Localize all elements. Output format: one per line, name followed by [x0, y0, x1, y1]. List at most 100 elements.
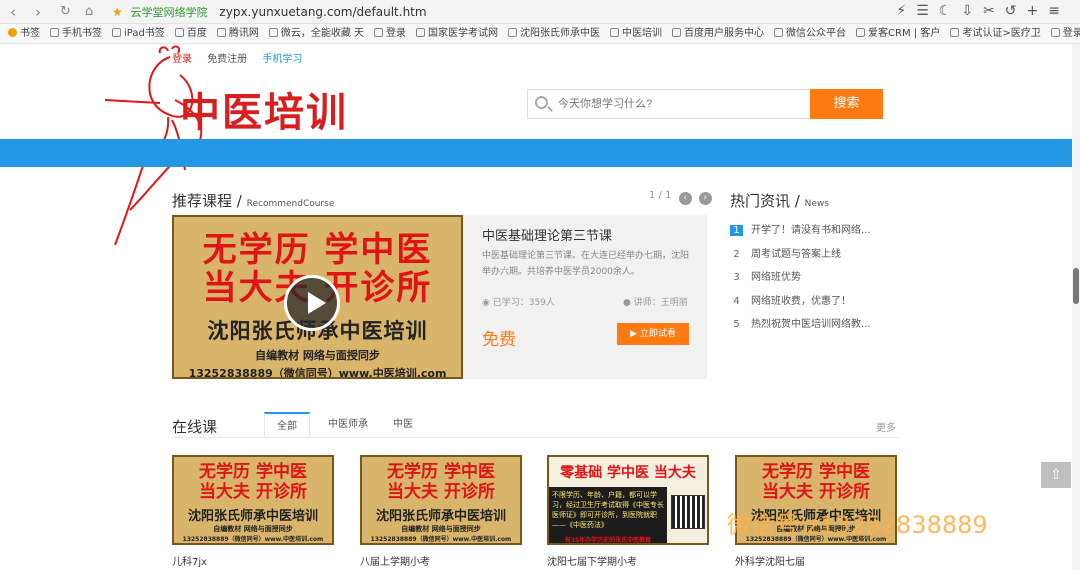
card-banner-line1: 无学历 学中医: [199, 462, 307, 482]
online-section-title: 在线课: [172, 418, 218, 436]
studied-count: ◉ 已学习：359人: [482, 295, 555, 308]
bookmark-item[interactable]: iPad书签: [112, 24, 165, 43]
bookmark-item[interactable]: 国家医学考试网: [416, 24, 499, 43]
bookmark-item[interactable]: 爱客CRM | 客户: [856, 24, 941, 43]
news-item[interactable]: 1 开学了！请没有书和网络...: [730, 221, 880, 236]
bookmark-icon: [50, 28, 59, 37]
news-section-title: 热门资讯 / News: [730, 192, 829, 210]
prev-page-button[interactable]: ‹: [678, 192, 692, 205]
bookmark-item[interactable]: 登录: [374, 24, 407, 43]
bookmark-label: 国家医学考试网: [428, 28, 499, 39]
browser-tools[interactable]: ⚡☰☾⇩✂↺+≡: [896, 3, 1070, 19]
course-card-title[interactable]: 八届上学期小考: [360, 553, 430, 568]
bookmark-icon: [416, 28, 426, 37]
bookmark-item[interactable]: 微信公众平台: [774, 24, 846, 43]
tab-divider: [172, 437, 898, 438]
recommend-section-title: 推荐课程 / RecommendCourse: [172, 192, 335, 210]
search-icon: [535, 96, 548, 109]
news-text: 开学了！请没有书和网络...: [751, 225, 871, 236]
course-card-title[interactable]: 沈阳七届下学期小考: [547, 553, 637, 568]
featured-course-info: 中医基础理论第三节课 中医基础理论第三节课。在大连已经举办七期，沈阳举办六期。共…: [463, 215, 707, 379]
bookmark-label: 手机书签: [62, 28, 102, 39]
course-price: 免费: [482, 330, 516, 350]
more-link[interactable]: 更多: [876, 419, 896, 434]
bookmark-label: 登录 - 今: [1062, 28, 1080, 39]
bookmark-icon: [268, 28, 278, 37]
card-banner-line3: 沈阳张氏师承中医培训: [375, 509, 506, 524]
card-banner-line5: 有35年办学历史的张氏中医教育: [564, 537, 652, 544]
recommend-title-en: RecommendCourse: [246, 199, 335, 209]
card-banner-line4: 自编教材 网络与面授同步: [401, 525, 481, 533]
course-card-title[interactable]: 外科学沈阳七届: [735, 553, 805, 568]
news-rank: 2: [733, 248, 740, 260]
news-text: 周考试题与答案上线: [751, 248, 841, 260]
bookmark-item[interactable]: 书签: [8, 24, 40, 43]
course-card-image[interactable]: 无学历 学中医 当大夫 开诊所 沈阳张氏师承中医培训 自编教材 网络与面授同步 …: [172, 455, 334, 545]
recommend-pager: 1 / 1 ‹ ›: [649, 190, 712, 205]
address-bar[interactable]: ★ 云学堂网络学院 zypx.yunxuetang.com/default.ht…: [112, 3, 882, 21]
scrollbar-thumb[interactable]: [1073, 268, 1079, 304]
course-card-image[interactable]: 零基础 学中医 当大夫 不限学历、年龄、户籍，都可以学习，经过卫生厅考试取得《中…: [547, 455, 709, 545]
bookmark-item[interactable]: 考试认证>医疗卫: [950, 24, 1041, 43]
teacher-info: ● 讲师：王明丽: [623, 295, 688, 308]
bookmark-label: 登录: [386, 28, 407, 39]
bookmark-label: 书签: [20, 28, 40, 39]
refresh-icon[interactable]: ↻: [60, 3, 71, 21]
news-item[interactable]: 4 网络班收费，优惠了！: [730, 292, 880, 307]
search-input[interactable]: [558, 90, 798, 118]
forward-icon[interactable]: ›: [35, 3, 41, 21]
back-to-top-button[interactable]: ⇧: [1041, 462, 1071, 488]
course-card-title[interactable]: 儿科7jx: [172, 553, 207, 568]
bookmark-item[interactable]: 百度用户服务中心: [672, 24, 764, 43]
news-rank: 5: [733, 319, 740, 330]
bookmark-item[interactable]: 中医培训: [610, 24, 663, 43]
home-icon[interactable]: ⌂: [85, 3, 93, 21]
tab-all[interactable]: 全部: [264, 412, 310, 438]
teacher-text: 讲师：王明丽: [633, 298, 688, 308]
scrollbar-track[interactable]: [1072, 44, 1080, 570]
bookmark-item[interactable]: 登录 - 今: [1050, 24, 1080, 43]
bookmark-label: 考试认证>医疗卫: [962, 28, 1041, 39]
bookmark-item[interactable]: 手机书签: [50, 24, 102, 43]
card-banner-line4: 自编教材 网络与面授同步: [213, 525, 293, 533]
bookmark-icon: [672, 28, 682, 37]
bookmark-label: 爱客CRM | 客户: [868, 28, 941, 39]
card-banner-line1: 无学历 学中医: [387, 462, 495, 482]
course-title[interactable]: 中医基础理论第三节课: [482, 225, 612, 244]
course-description: 中医基础理论第三节课。在大连已经举办七期，沈阳举办六期。共培养中医学员2000余…: [482, 251, 690, 277]
bookmark-icon: [508, 28, 518, 37]
tab-tcm[interactable]: 中医: [386, 412, 420, 438]
trial-watch-button[interactable]: ▶ 立即试看: [617, 323, 689, 345]
back-icon[interactable]: ‹: [10, 3, 16, 21]
news-item[interactable]: 2 周考试题与答案上线: [730, 245, 880, 260]
news-item[interactable]: 3 网络班优势: [730, 268, 880, 283]
eye-icon: ◉: [482, 298, 493, 308]
bookmark-icon: [112, 28, 121, 37]
bookmark-item[interactable]: 百度: [174, 24, 207, 43]
teacher-icon: ●: [623, 298, 634, 308]
search-button[interactable]: 搜索: [810, 89, 883, 119]
favorite-star-icon[interactable]: ★: [112, 5, 123, 19]
bookmark-label: 中医培训: [622, 28, 663, 39]
course-card-image[interactable]: 无学历 学中医 当大夫 开诊所 沈阳张氏师承中医培训 自编教材 网络与面授同步 …: [360, 455, 522, 545]
bookmark-icon: [374, 28, 384, 37]
pager-text: 1 / 1: [649, 190, 672, 201]
search-box[interactable]: [527, 89, 810, 119]
bookmark-item[interactable]: 微云，全能收藏 天: [268, 24, 364, 43]
bookmark-item[interactable]: 沈阳张氏师承中医: [508, 24, 600, 43]
play-button-icon[interactable]: [284, 275, 340, 331]
news-rank: 1: [730, 225, 743, 236]
news-text: 网络班优势: [751, 272, 801, 283]
bookmarks-bar: 书签 手机书签 iPad书签 百度 腾讯网 微云，全能收藏 天 登录 国家医学考试网 沈阳张氏师…: [0, 24, 1080, 44]
news-title-text: 热门资讯: [730, 192, 791, 210]
site-name: 云学堂网络学院: [130, 6, 208, 19]
browser-toolbar: ‹ › ↻ ⌂ ★ 云学堂网络学院 zypx.yunxuetang.com/de…: [0, 0, 1080, 24]
news-item[interactable]: 5 热烈祝贺中医培训网络教...: [730, 315, 880, 330]
bookmark-icon: [774, 28, 784, 37]
recommend-title-text: 推荐课程: [172, 192, 233, 210]
wechat-watermark: 微信号:z13252838889: [727, 511, 988, 539]
bookmark-label: 腾讯网: [228, 28, 259, 39]
tab-shicheng[interactable]: 中医师承: [320, 412, 376, 438]
next-page-button[interactable]: ›: [698, 192, 712, 205]
bookmark-item[interactable]: 腾讯网: [216, 24, 259, 43]
